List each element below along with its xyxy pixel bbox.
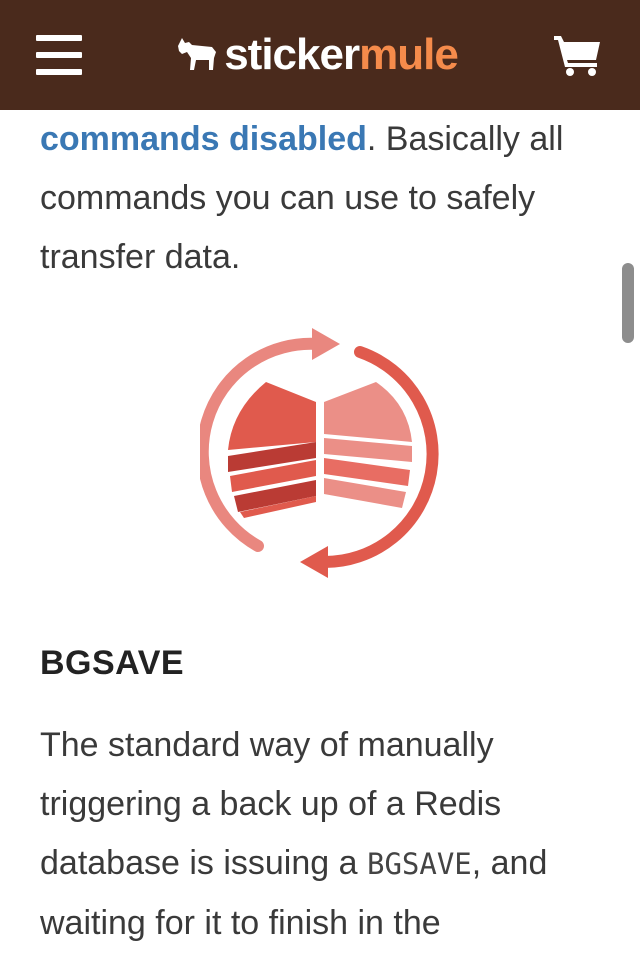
bgsave-paragraph: The standard way of manually triggering … (40, 716, 600, 953)
scrollbar-thumb[interactable] (622, 263, 634, 343)
mule-icon (178, 38, 217, 70)
intro-paragraph: commands disabled. Basically all command… (40, 110, 600, 287)
bgsave-heading: BGSAVE (40, 644, 185, 682)
article-content: commands disabled. Basically all command… (40, 110, 600, 287)
hamburger-menu-icon[interactable] (36, 35, 82, 75)
brand-logo[interactable]: stickermule (176, 30, 459, 79)
commands-disabled-link[interactable]: commands disabled (40, 120, 367, 158)
brand-name-sticker: sticker (224, 30, 360, 79)
bgsave-code: BGSAVE (366, 847, 472, 881)
brand-name-mule: mule (359, 30, 459, 79)
redis-sync-icon (200, 328, 439, 578)
shopping-cart-icon[interactable] (552, 32, 604, 78)
site-header: stickermule (0, 0, 640, 110)
